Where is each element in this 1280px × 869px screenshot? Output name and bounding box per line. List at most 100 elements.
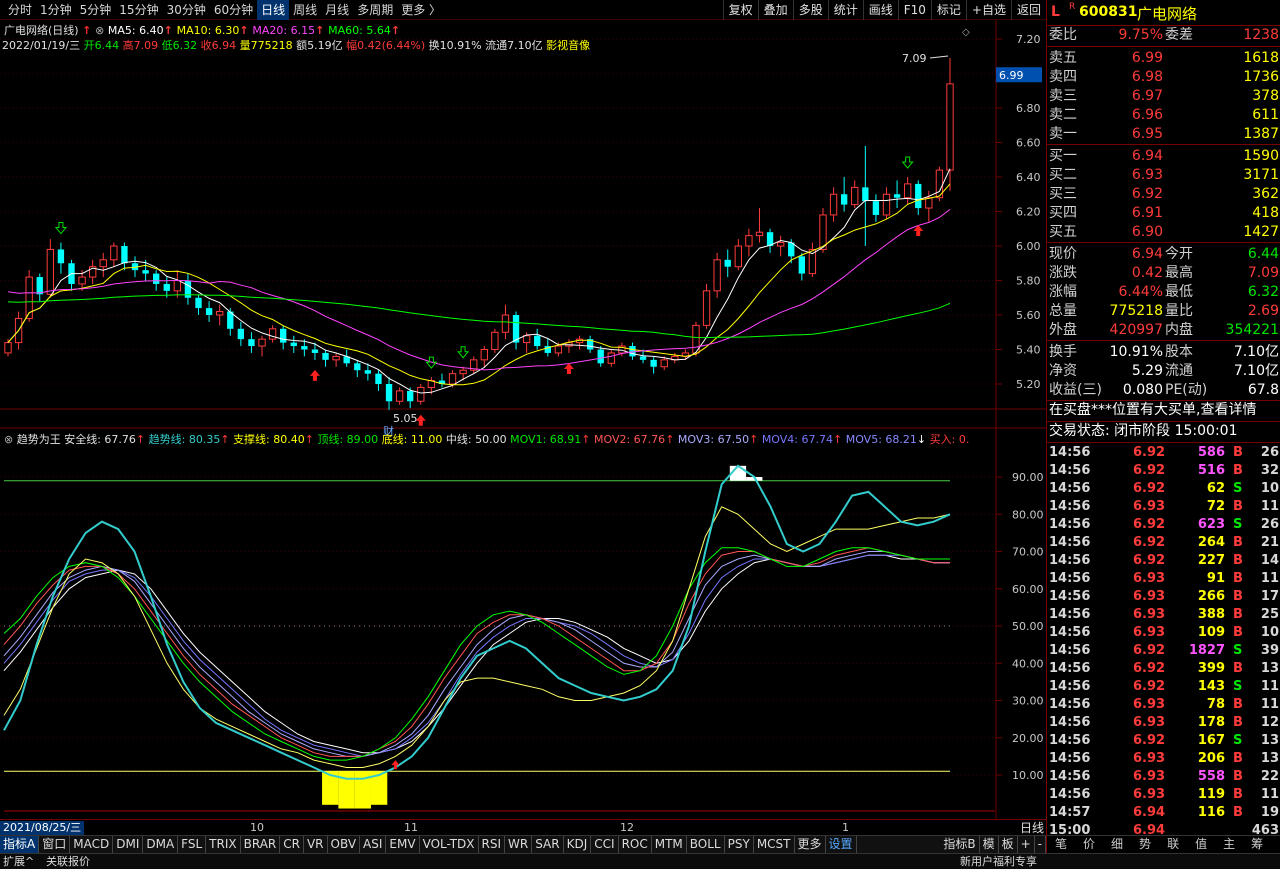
settings-icon[interactable]: ⊗ <box>4 433 17 446</box>
indicator-tab-right[interactable]: 模 <box>980 836 999 853</box>
ask-price: 6.95 <box>1131 126 1163 142</box>
period-tab[interactable]: 15分钟 <box>115 0 162 20</box>
indicator-tab[interactable]: OBV <box>328 836 361 853</box>
bid-price: 6.91 <box>1131 205 1163 221</box>
toolbar-button[interactable]: 多股 <box>792 0 828 20</box>
period-tab[interactable]: 分时 <box>4 0 36 20</box>
indicator-tab[interactable]: DMI <box>113 836 144 853</box>
indicator-tab[interactable]: 更多 <box>795 836 826 853</box>
tick-price: 6.93 <box>1133 625 1166 640</box>
quote-panel-tab[interactable]: 联 <box>1159 836 1187 853</box>
quote-panel-tab[interactable]: 主 <box>1215 836 1243 853</box>
tick-time: 14:56 <box>1049 751 1091 766</box>
stat-label: 净资 <box>1049 363 1077 379</box>
quote-panel-tab[interactable]: 价 <box>1075 836 1103 853</box>
indicator-tab[interactable]: ROC <box>619 836 652 853</box>
tick-row: 14:56 6.92 1827 S 39 <box>1047 642 1280 660</box>
indicator-tab[interactable]: RSI <box>479 836 506 853</box>
indicator-tab[interactable]: FSL <box>178 836 207 853</box>
tick-side: S <box>1233 643 1243 658</box>
weicha-label: 委差 <box>1165 27 1193 43</box>
quote-panel-tab[interactable]: 细 <box>1103 836 1131 853</box>
quote-panel-tab[interactable]: 势 <box>1131 836 1159 853</box>
period-tab[interactable]: 1分钟 <box>36 0 76 20</box>
high-value: 高7.09 <box>122 39 159 52</box>
date-axis: 2021/08/25/三 10 11 12 1 日线 <box>0 819 1046 835</box>
period-tab[interactable]: 5分钟 <box>76 0 116 20</box>
toolbar-button[interactable]: 叠加 <box>757 0 793 20</box>
new-user-link[interactable]: 新用户福利专享 <box>960 855 1037 869</box>
indicator-tab[interactable]: WR <box>505 836 533 853</box>
indicator-tab[interactable]: 设置 <box>826 836 857 853</box>
indicator-tab[interactable]: MCST <box>754 836 795 853</box>
quote-panel-tab[interactable]: 笔 <box>1047 836 1075 853</box>
divider <box>1047 242 1280 243</box>
indicator-tick-label: 80.00 <box>1012 508 1044 521</box>
candle-body <box>195 297 202 309</box>
indicator-tab[interactable]: ASI <box>360 836 387 853</box>
toolbar-button[interactable]: 统计 <box>827 0 863 20</box>
candle-body <box>153 273 160 284</box>
quote-panel-tab[interactable]: 值 <box>1187 836 1215 853</box>
period-tab[interactable]: 更多 〉 <box>397 0 445 20</box>
toolbar-button[interactable]: 返回 <box>1010 0 1046 20</box>
toolbar-button[interactable]: F10 <box>897 0 931 20</box>
related-quote-button[interactable]: 关联报价 <box>46 855 90 869</box>
big-order-notice[interactable]: 在买盘***位置有大买单,查看详情 <box>1049 401 1256 420</box>
candle-body <box>893 194 901 198</box>
stock-name: 广电网络 <box>1137 5 1198 23</box>
ma-legend: MA5: 6.40↑ MA10: 6.30↑ MA20: 6.15↑ MA60:… <box>108 24 400 37</box>
indicator-tab[interactable]: CR <box>280 836 304 853</box>
indicator-tab[interactable]: MACD <box>70 836 114 853</box>
up-arrow-icon: ↑ <box>239 24 253 37</box>
indicator-tab-right[interactable]: + <box>1018 836 1035 853</box>
indicator-tab[interactable]: EMV <box>386 836 420 853</box>
indicator-tab[interactable]: TRIX <box>206 836 241 853</box>
period-tab[interactable]: 多周期 <box>353 0 397 20</box>
period-tab[interactable]: 月线 <box>321 0 353 20</box>
bid-volume: 418 <box>1252 205 1279 221</box>
candle-body <box>237 328 245 340</box>
tick-price: 6.92 <box>1133 553 1166 568</box>
period-tab[interactable]: 30分钟 <box>163 0 210 20</box>
period-tab[interactable]: 60分钟 <box>210 0 257 20</box>
amount-value: 额5.19亿 <box>296 39 343 52</box>
stat-value: 0.080 <box>1122 382 1163 398</box>
period-tab[interactable]: 日线 <box>257 0 290 20</box>
indicator-tab-right[interactable]: 板 <box>999 836 1018 853</box>
stock-title: L R 600831 广电网络 <box>1047 0 1280 26</box>
indicator-tab[interactable]: KDJ <box>564 836 592 853</box>
day-period-button[interactable]: 日线 <box>1020 821 1044 835</box>
indicator-tab[interactable]: PSY <box>725 836 754 853</box>
toolbar-button[interactable]: 画线 <box>862 0 898 20</box>
tick-count: 11 <box>1260 697 1279 712</box>
indicator-tab[interactable]: 窗口 <box>39 836 71 853</box>
indicator-tab[interactable]: 指标A <box>0 836 40 853</box>
indicator-tab-right[interactable]: 指标B <box>940 836 980 853</box>
indicator-tab-right[interactable]: - <box>1035 836 1046 853</box>
tick-time: 14:57 <box>1049 805 1091 820</box>
quote-panel-tab[interactable]: 筹 <box>1243 836 1271 853</box>
tick-price: 6.92 <box>1133 463 1166 478</box>
indicator-tab[interactable]: SAR <box>532 836 564 853</box>
toolbar-button[interactable]: +自选 <box>965 0 1011 20</box>
toolbar-button[interactable]: 标记 <box>930 0 966 20</box>
candle-body <box>459 369 467 375</box>
toolbar-button[interactable]: 复权 <box>722 0 758 20</box>
indicator-tab[interactable]: VR <box>304 836 328 853</box>
candle-body <box>407 390 414 402</box>
tick-price: 6.93 <box>1133 571 1166 586</box>
indicator-tab[interactable]: MTM <box>652 836 687 853</box>
indicator-tab[interactable]: CCI <box>591 836 619 853</box>
settings-icon[interactable]: ⊗ <box>95 24 108 37</box>
kline-chart-area[interactable]: 7.207.006.806.606.406.206.005.805.605.40… <box>0 20 1046 819</box>
expand-button[interactable]: 扩展^ <box>3 855 34 869</box>
candle-body <box>862 187 869 202</box>
bid-volume: 362 <box>1252 186 1279 202</box>
indicator-tab[interactable]: BOLL <box>687 836 725 853</box>
indicator-tab[interactable]: VOL-TDX <box>420 836 479 853</box>
sector-value[interactable]: 影视音像 <box>546 39 590 52</box>
period-tab[interactable]: 周线 <box>289 0 321 20</box>
indicator-tab[interactable]: BRAR <box>241 836 281 853</box>
indicator-tab[interactable]: DMA <box>143 836 179 853</box>
